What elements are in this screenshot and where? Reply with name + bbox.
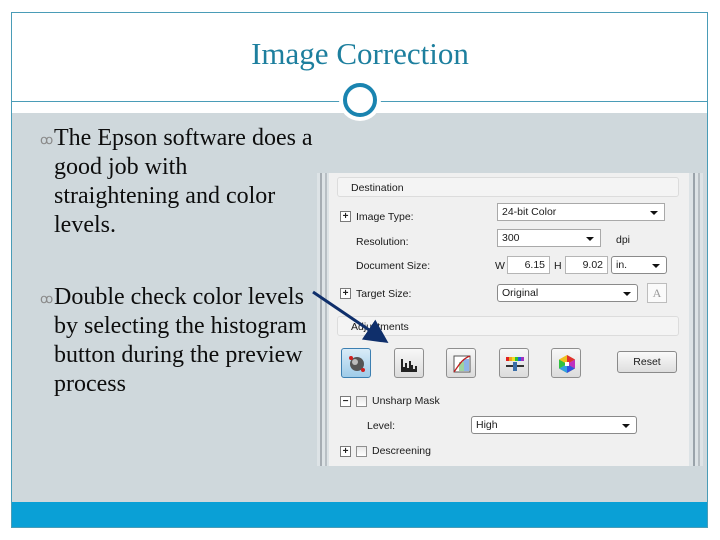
- arrow-line: [312, 290, 389, 344]
- pointer-arrow: [312, 290, 389, 344]
